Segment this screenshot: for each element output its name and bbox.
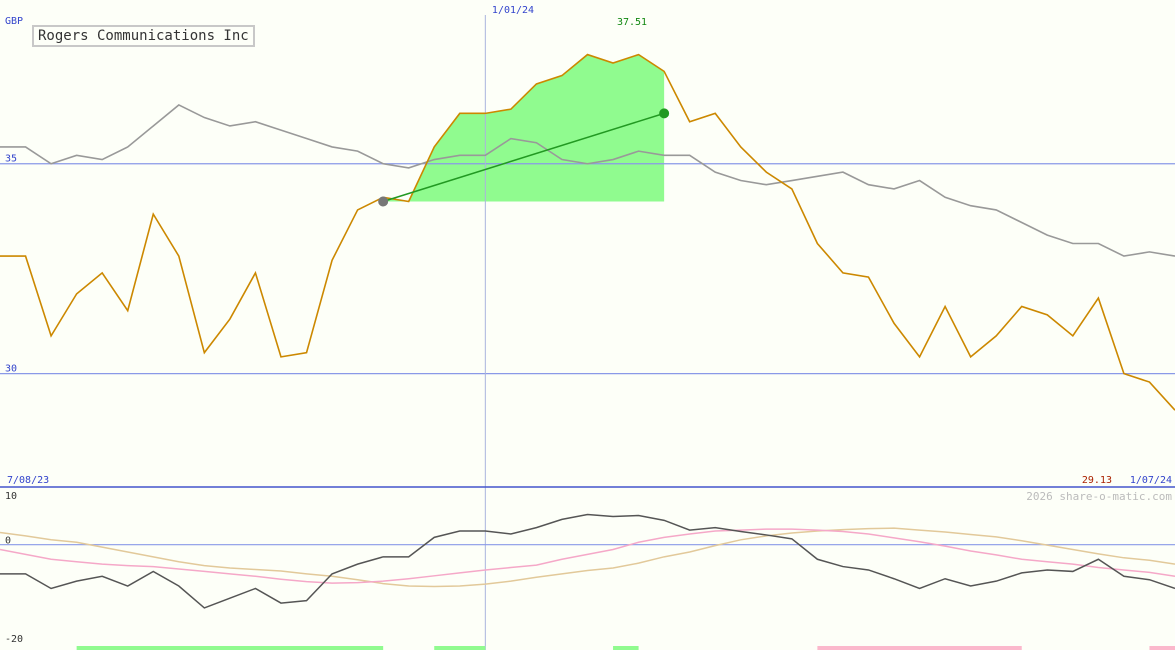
volume-bar-up <box>434 646 486 650</box>
osc-tick-label: 10 <box>5 491 17 502</box>
highlight-area <box>383 54 665 202</box>
end-date-label: 1/07/24 <box>1130 475 1172 486</box>
marker-date-label: 1/01/24 <box>492 5 534 16</box>
trend-end-point <box>659 108 670 119</box>
stock-title: Rogers Communications Inc <box>32 25 255 47</box>
trend-start-point <box>378 196 389 207</box>
peak-value-label: 37.51 <box>617 17 647 28</box>
oscillator-panel: 10 0 -20 <box>0 491 1175 645</box>
y-tick-label: 30 <box>5 364 17 375</box>
volume-bar-down <box>817 646 1022 650</box>
volume-bar-down <box>1149 646 1175 650</box>
price-chart: 35 30 10 0 -20 GBP 1/01/24 37.51 7/08/23 29… <box>0 5 1175 650</box>
y-tick-label: 35 <box>5 154 17 165</box>
osc-tick-label: 0 <box>5 536 11 547</box>
credit-label: 2026 share-o-matic.com <box>1026 490 1172 503</box>
volume-bar-up <box>76 646 384 650</box>
volume-panel <box>76 646 1175 650</box>
oscillator-line-slow <box>0 527 1175 588</box>
currency-label: GBP <box>5 16 23 27</box>
osc-tick-label: -20 <box>5 634 23 645</box>
volume-bar-up <box>613 646 639 650</box>
last-price-label: 29.13 <box>1082 475 1112 486</box>
start-date-label: 7/08/23 <box>7 475 49 486</box>
